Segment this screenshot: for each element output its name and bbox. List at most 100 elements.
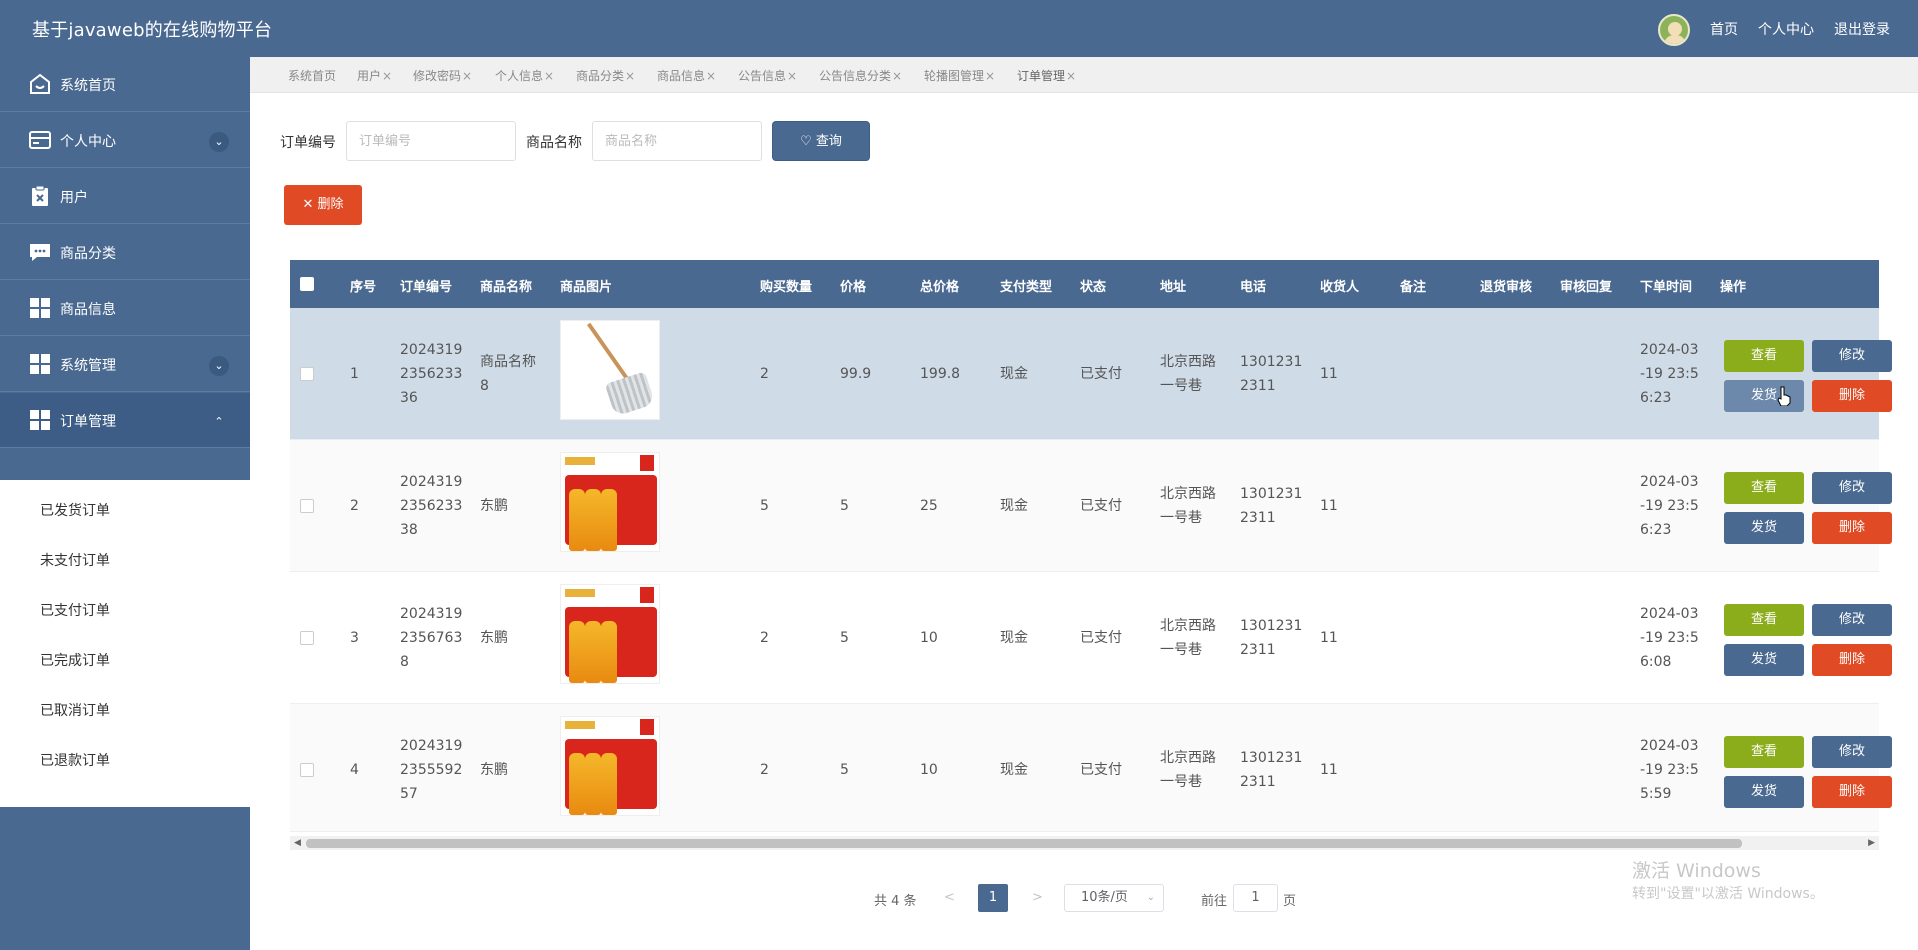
goto-page-input[interactable]: 1: [1233, 884, 1278, 912]
ship-button[interactable]: 发货: [1724, 776, 1804, 808]
table-row[interactable]: 3 2024319 2356763 8 东鹏 2 5 10 现金 已支付 北京西路一…: [290, 572, 1892, 704]
next-page-icon[interactable]: >: [1032, 890, 1043, 905]
tab-order-management[interactable]: 订单管理×: [1017, 67, 1076, 84]
close-icon[interactable]: ×: [382, 69, 392, 83]
delete-button[interactable]: 删除: [1812, 380, 1892, 412]
text-line: 2024319: [400, 342, 463, 358]
close-icon[interactable]: ×: [544, 69, 554, 83]
nav-home-link[interactable]: 首页: [1710, 19, 1738, 39]
grid-icon: [30, 410, 50, 430]
delete-button[interactable]: 删除: [1812, 776, 1892, 808]
sidebar-item-personal-center[interactable]: 个人中心 ⌄: [0, 113, 250, 168]
submenu-cancelled-orders[interactable]: 已取消订单: [40, 700, 110, 720]
tab-change-password[interactable]: 修改密码×: [413, 67, 472, 84]
tab-product-category[interactable]: 商品分类×: [576, 67, 635, 84]
nav-logout-link[interactable]: 退出登录: [1834, 19, 1890, 39]
close-icon[interactable]: ×: [625, 69, 635, 83]
sidebar-item-product-info[interactable]: 商品信息: [0, 281, 250, 336]
table-row[interactable]: 4 2024319 2355592 57 东鹏 2 5 10 现金 已支付 北京西路…: [290, 704, 1892, 832]
cell-qty: 2: [760, 762, 769, 778]
batch-delete-button[interactable]: ✕ 删除: [284, 185, 362, 225]
product-image-drink[interactable]: [560, 584, 660, 684]
submenu-paid-orders[interactable]: 已支付订单: [40, 600, 110, 620]
sidebar-item-label: 商品信息: [60, 302, 116, 318]
order-no-input[interactable]: [346, 121, 516, 161]
delete-button[interactable]: 删除: [1812, 644, 1892, 676]
text-line: 2311: [1240, 774, 1276, 790]
chevron-down-icon[interactable]: ⌄: [209, 356, 229, 376]
submenu-completed-orders[interactable]: 已完成订单: [40, 650, 110, 670]
sidebar-item-orders[interactable]: 订单管理 ⌃: [0, 393, 250, 448]
view-button[interactable]: 查看: [1724, 604, 1804, 636]
cell-address: 北京西路 一号巷: [1160, 482, 1216, 530]
ship-button[interactable]: 发货: [1724, 380, 1804, 412]
sidebar-item-users[interactable]: 用户: [0, 169, 250, 224]
product-name-input[interactable]: [592, 121, 762, 161]
submenu-shipped-orders[interactable]: 已发货订单: [40, 500, 110, 520]
page-size-value: 10条/页: [1081, 890, 1128, 905]
tab-notice-info[interactable]: 公告信息×: [738, 67, 797, 84]
tab-personal-info[interactable]: 个人信息×: [495, 67, 554, 84]
chevron-up-icon[interactable]: ⌃: [209, 412, 229, 432]
home-icon: [30, 73, 50, 94]
product-image-drink[interactable]: [560, 452, 660, 552]
sidebar-item-category[interactable]: 商品分类: [0, 225, 250, 280]
sidebar-item-system[interactable]: 系统管理 ⌄: [0, 337, 250, 392]
tab-notice-category[interactable]: 公告信息分类×: [819, 67, 902, 84]
cell-receiver: 11: [1320, 498, 1338, 514]
ship-button[interactable]: 发货: [1724, 644, 1804, 676]
bottle: [585, 621, 601, 683]
submenu-unpaid-orders[interactable]: 未支付订单: [40, 550, 110, 570]
row-checkbox[interactable]: [300, 763, 314, 777]
tab-home[interactable]: 系统首页: [288, 67, 336, 84]
table-header: 序号 订单编号 商品名称 商品图片 购买数量 价格 总价格 支付类型 状态 地址…: [290, 260, 1879, 308]
close-icon[interactable]: ×: [787, 69, 797, 83]
cell-phone: 1301231 2311: [1240, 482, 1302, 530]
edit-button[interactable]: 修改: [1812, 736, 1892, 768]
edit-button[interactable]: 修改: [1812, 472, 1892, 504]
scroll-right-icon[interactable]: ▶: [1868, 836, 1875, 850]
row-checkbox[interactable]: [300, 631, 314, 645]
close-icon[interactable]: ×: [892, 69, 902, 83]
close-icon[interactable]: ×: [706, 69, 716, 83]
view-button[interactable]: 查看: [1724, 736, 1804, 768]
user-avatar[interactable]: [1658, 14, 1690, 46]
product-image-mop[interactable]: [560, 320, 660, 420]
product-image-drink[interactable]: [560, 716, 660, 816]
col-header: 地址: [1160, 280, 1187, 295]
nav-profile-link[interactable]: 个人中心: [1758, 19, 1814, 39]
cell-price: 5: [840, 762, 849, 778]
tab-users[interactable]: 用户×: [357, 67, 392, 84]
ship-button[interactable]: 发货: [1724, 512, 1804, 544]
page-size-select[interactable]: 10条/页 ⌄: [1064, 884, 1164, 912]
table-row[interactable]: 2 2024319 2356233 38 东鹏 5 5 25 现金 已支付 北京西路…: [290, 440, 1892, 572]
scroll-left-icon[interactable]: ◀: [294, 836, 301, 850]
activation-watermark-title: 激活 Windows: [1632, 860, 1761, 882]
text-line: 一号巷: [1160, 510, 1202, 526]
page-number-current[interactable]: 1: [978, 884, 1008, 912]
close-icon[interactable]: ×: [462, 69, 472, 83]
table-row[interactable]: 1 2024319 2356233 36 商品名称 8 2 99.9 199.8 现金…: [290, 308, 1892, 440]
chevron-down-icon[interactable]: ⌄: [209, 132, 229, 152]
select-all-checkbox[interactable]: [300, 277, 314, 291]
delete-button[interactable]: 删除: [1812, 512, 1892, 544]
search-button[interactable]: ♡ 查询: [772, 121, 870, 161]
sidebar-item-home[interactable]: 系统首页: [0, 57, 250, 112]
prev-page-icon[interactable]: <: [944, 890, 955, 905]
row-checkbox[interactable]: [300, 499, 314, 513]
tab-product-info[interactable]: 商品信息×: [657, 67, 716, 84]
edit-button[interactable]: 修改: [1812, 340, 1892, 372]
view-button[interactable]: 查看: [1724, 340, 1804, 372]
view-button[interactable]: 查看: [1724, 472, 1804, 504]
close-icon[interactable]: ×: [1066, 69, 1076, 83]
horizontal-scrollbar[interactable]: ◀ ▶: [290, 836, 1879, 850]
scrollbar-thumb[interactable]: [306, 839, 1742, 848]
close-icon[interactable]: ×: [985, 69, 995, 83]
tab-carousel[interactable]: 轮播图管理×: [924, 67, 995, 84]
cell-order-no: 2024319 2356233 38: [400, 470, 462, 542]
bottle: [585, 753, 601, 815]
sidebar-item-label: 个人中心: [60, 134, 116, 150]
submenu-refunded-orders[interactable]: 已退款订单: [40, 750, 110, 770]
edit-button[interactable]: 修改: [1812, 604, 1892, 636]
row-checkbox[interactable]: [300, 367, 314, 381]
